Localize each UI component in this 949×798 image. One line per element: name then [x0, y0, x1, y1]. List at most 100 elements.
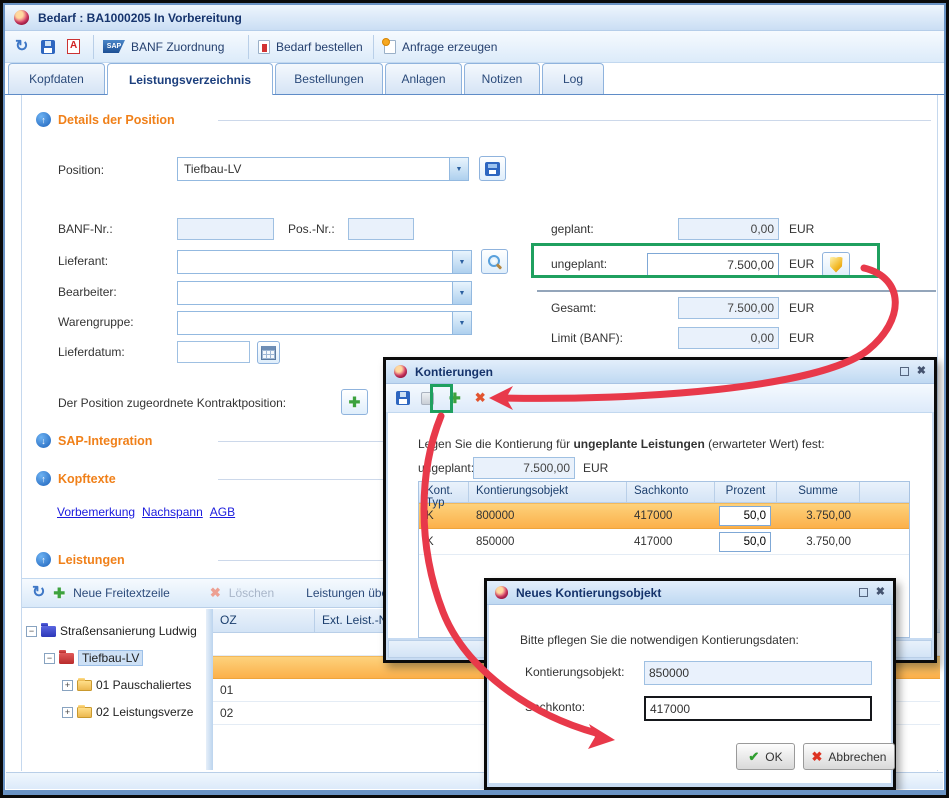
delete-kontierung-icon[interactable]: ✖ [475, 390, 486, 406]
limit-banf-label: Limit (BANF): [551, 331, 623, 345]
gesamt-field[interactable] [678, 297, 779, 319]
ok-button[interactable]: ✔ OK [736, 743, 795, 770]
tree-item-01[interactable]: + 01 Pauschaliertes [62, 675, 191, 695]
tree-item-root[interactable]: − Straßensanierung Ludwig [26, 621, 197, 641]
expand-node-icon[interactable]: + [62, 707, 73, 718]
section-rule [218, 120, 931, 121]
panel-splitter[interactable] [206, 609, 213, 770]
save-icon[interactable] [396, 391, 410, 405]
bearbeiter-select[interactable]: ▼ [177, 281, 472, 305]
add-kontierung-icon[interactable]: ✚ [449, 390, 461, 407]
refresh-icon[interactable]: ↻ [32, 586, 45, 600]
kontierung-row[interactable]: K 850000 417000 3.750,00 [419, 529, 909, 555]
anfrage-erzeugen-button[interactable]: Anfrage erzeugen [384, 31, 497, 62]
kontierungsobjekt-field[interactable] [644, 661, 872, 685]
expand-section-icon[interactable]: ↓ [36, 433, 51, 448]
calendar-button[interactable] [257, 341, 280, 364]
banf-nr-field[interactable] [177, 218, 274, 240]
banf-zuordnung-button[interactable]: SAP BANF Zuordnung [103, 31, 224, 62]
lv-tree-panel: − Straßensanierung Ludwig − Tiefbau-LV +… [22, 609, 206, 770]
column-header-oz[interactable]: OZ [213, 609, 315, 632]
close-icon[interactable]: ✖ [876, 587, 885, 598]
tab-leistungsverzeichnis[interactable]: Leistungsverzeichnis [107, 63, 273, 95]
abbrechen-button[interactable]: ✖ Abbrechen [803, 743, 895, 770]
currency-label: EUR [789, 301, 814, 315]
banf-zuordnung-label: BANF Zuordnung [131, 40, 224, 54]
column-header-kont-typ[interactable]: Kont. Typ [419, 482, 469, 502]
lieferant-search-button[interactable] [481, 249, 508, 274]
tree-item-tiefbau-lv[interactable]: − Tiefbau-LV [44, 648, 143, 668]
shield-icon [830, 257, 843, 273]
app-icon [14, 10, 29, 25]
tab-anlagen[interactable]: Anlagen [385, 63, 462, 94]
section-title-leistungen: Leistungen [58, 553, 125, 567]
link-vorbemerkung[interactable]: Vorbemerkung [57, 505, 135, 519]
tab-notizen[interactable]: Notizen [464, 63, 540, 94]
close-icon[interactable]: ✖ [917, 366, 926, 377]
position-value: Tiefbau-LV [178, 162, 449, 176]
refresh-button[interactable]: ↻ [15, 31, 28, 62]
save-button[interactable] [41, 31, 55, 62]
currency-label: EUR [583, 461, 608, 475]
column-header-sachkonto[interactable]: Sachkonto [627, 482, 715, 502]
kontierung-button[interactable] [822, 252, 850, 277]
tree-item-label: Tiefbau-LV [78, 650, 143, 666]
tab-log[interactable]: Log [542, 63, 604, 94]
neue-freitextzeile-button[interactable]: Neue Freitextzeile [73, 586, 170, 600]
link-agb[interactable]: AGB [210, 505, 235, 519]
pos-nr-field[interactable] [348, 218, 414, 240]
cell-kontierungsobjekt: 850000 [469, 536, 627, 548]
cell-sachkonto: 417000 [627, 536, 715, 548]
lieferant-select[interactable]: ▼ [177, 250, 472, 274]
maximize-icon[interactable] [900, 367, 909, 376]
chevron-down-icon[interactable]: ▼ [449, 158, 468, 180]
collapse-section-icon[interactable]: ↑ [36, 112, 51, 127]
tree-item-label: 02 Leistungsverze [96, 705, 193, 719]
neues-kontierungsobjekt-dialog: Neues Kontierungsobjekt ✖ Bitte pflegen … [484, 578, 896, 790]
refresh-icon: ↻ [15, 40, 28, 54]
kontierung-row-selected[interactable]: K 800000 417000 3.750,00 [419, 503, 909, 529]
collapse-node-icon[interactable]: − [44, 653, 55, 664]
link-nachspann[interactable]: Nachspann [142, 505, 203, 519]
add-kontraktposition-button[interactable]: ✚ [341, 389, 368, 415]
ungeplant-field[interactable] [647, 253, 779, 277]
collapse-node-icon[interactable]: − [26, 626, 37, 637]
check-icon: ✔ [748, 749, 759, 765]
pdf-button[interactable] [67, 31, 80, 62]
geplant-field[interactable] [678, 218, 779, 240]
section-title-kopftexte: Kopftexte [58, 472, 116, 486]
cell-summe: 3.750,00 [777, 510, 860, 522]
position-select[interactable]: Tiefbau-LV ▼ [177, 157, 469, 181]
expand-node-icon[interactable]: + [62, 680, 73, 691]
prozent-input[interactable] [719, 506, 771, 526]
chevron-down-icon[interactable]: ▼ [452, 282, 471, 304]
section-title-details: Details der Position [58, 113, 175, 127]
column-header-kontierungsobjekt[interactable]: Kontierungsobjekt [469, 482, 627, 502]
collapse-section-icon[interactable]: ↑ [36, 552, 51, 567]
sachkonto-field[interactable] [644, 696, 872, 721]
geplant-label: geplant: [551, 222, 594, 236]
limit-banf-field[interactable] [678, 327, 779, 349]
maximize-icon[interactable] [859, 588, 868, 597]
prozent-input[interactable] [719, 532, 771, 552]
cell-kont-typ: K [419, 536, 469, 548]
amount-divider [537, 290, 936, 292]
kontierungen-toolbar: ✚ ✖ [386, 384, 934, 413]
column-header-prozent[interactable]: Prozent [715, 482, 777, 502]
chevron-down-icon[interactable]: ▼ [452, 312, 471, 334]
lieferdatum-field[interactable] [177, 341, 250, 363]
lieferant-label: Lieferant: [58, 254, 108, 268]
collapse-section-icon[interactable]: ↑ [36, 471, 51, 486]
save-position-button[interactable] [479, 156, 506, 181]
column-header-summe[interactable]: Summe [777, 482, 860, 502]
tab-kopfdaten[interactable]: Kopfdaten [8, 63, 105, 94]
tab-bestellungen[interactable]: Bestellungen [275, 63, 383, 94]
plus-icon[interactable]: ✚ [53, 585, 65, 602]
warengruppe-select[interactable]: ▼ [177, 311, 472, 335]
chevron-down-icon[interactable]: ▼ [452, 251, 471, 273]
kontierungsobjekt-label: Kontierungsobjekt: [525, 665, 624, 679]
dialog-ungeplant-field[interactable] [473, 457, 575, 479]
kontierungen-title-bar: Kontierungen ✖ [386, 360, 934, 384]
tree-item-02[interactable]: + 02 Leistungsverze [62, 702, 193, 722]
bedarf-bestellen-button[interactable]: Bedarf bestellen [258, 31, 363, 62]
